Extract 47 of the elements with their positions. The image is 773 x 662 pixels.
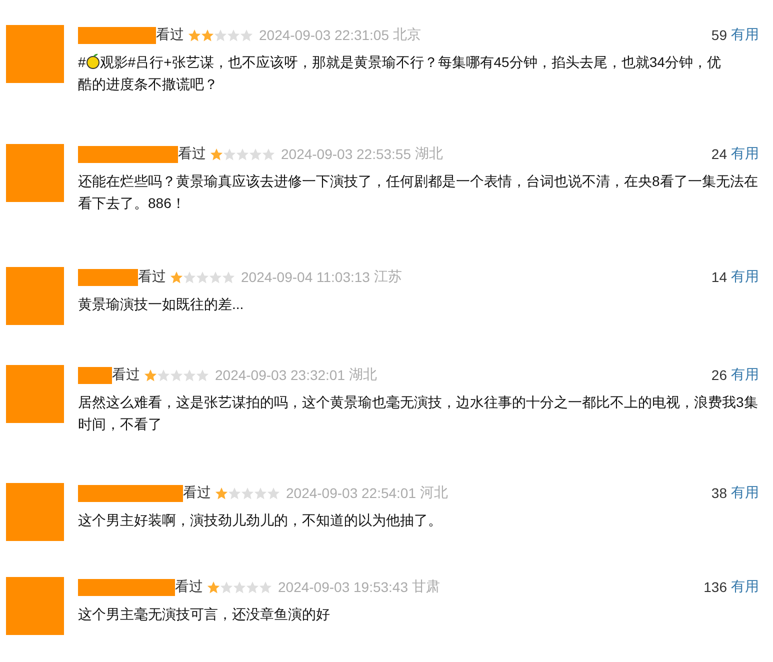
review-location: 北京 <box>393 26 421 44</box>
review-time: 2024-09-03 19:53:43 <box>278 579 408 595</box>
comment-text: 还能在烂些吗？黄景瑜真应该去进修一下演技了，任何剧都是一个表情，台词也说不清，在央8看了一集无法在看下去了。886！ <box>78 173 758 211</box>
watch-status: 看过 <box>112 366 140 384</box>
useful-link[interactable]: 有用 <box>731 145 759 163</box>
review-time: 2024-09-03 22:31:05 <box>259 27 389 43</box>
review-location: 河北 <box>420 484 448 502</box>
comment-text: 这个男主毫无演技可言，还没章鱼演的好 <box>78 606 330 622</box>
useful-link[interactable]: 有用 <box>731 484 759 502</box>
avatar-redaction <box>6 577 64 635</box>
comment-text: 观影#吕行+张艺谋，也不应该呀，那就是黄景瑜不行？每集哪有45分钟，掐头去尾，也就34分钟，优 <box>100 54 721 70</box>
watch-status: 看过 <box>175 578 203 596</box>
avatar-redaction <box>6 365 64 423</box>
watch-status: 看过 <box>178 145 206 163</box>
vote-count: 14 <box>711 269 727 285</box>
comment-text: 这个男主好装啊，演技劲儿劲儿的，不知道的以为他抽了。 <box>78 512 442 528</box>
vote-count: 59 <box>711 27 727 43</box>
review-time: 2024-09-03 22:54:01 <box>286 485 416 501</box>
vote-count: 24 <box>711 146 727 162</box>
vote-count: 26 <box>711 367 727 383</box>
avatar-redaction <box>6 144 64 202</box>
lemon-icon <box>86 53 100 69</box>
comment-text: 酷的进度条不撒谎吧？ <box>78 75 219 94</box>
review-location: 湖北 <box>349 366 377 384</box>
useful-link[interactable]: 有用 <box>731 268 759 286</box>
comment-text: 居然这么难看，这是张艺谋拍的吗，这个黄景瑜也毫无演技，边水往事的十分之一都比不上的电视，浪费我3集时间，不看了 <box>78 394 758 432</box>
vote-count: 136 <box>704 579 727 595</box>
review-time: 2024-09-03 22:53:55 <box>281 146 411 162</box>
comment-text: # <box>78 54 86 70</box>
useful-link[interactable]: 有用 <box>731 578 759 596</box>
watch-status: 看过 <box>138 268 166 286</box>
avatar-redaction <box>6 267 64 325</box>
watch-status: 看过 <box>183 484 211 502</box>
useful-link[interactable]: 有用 <box>731 366 759 384</box>
avatar-redaction <box>6 25 64 83</box>
review-location: 甘肃 <box>412 578 440 596</box>
comment-text: 黄景瑜演技一如既往的差... <box>78 296 244 312</box>
useful-link[interactable]: 有用 <box>731 26 759 44</box>
review-location: 江苏 <box>374 268 402 286</box>
review-location: 湖北 <box>415 145 443 163</box>
watch-status: 看过 <box>156 26 184 44</box>
username-redaction <box>78 268 138 286</box>
review-time: 2024-09-03 23:32:01 <box>215 367 345 383</box>
review-time: 2024-09-04 11:03:13 <box>241 269 370 285</box>
username-redaction <box>78 366 112 384</box>
avatar-redaction <box>6 483 64 541</box>
vote-count: 38 <box>711 485 727 501</box>
